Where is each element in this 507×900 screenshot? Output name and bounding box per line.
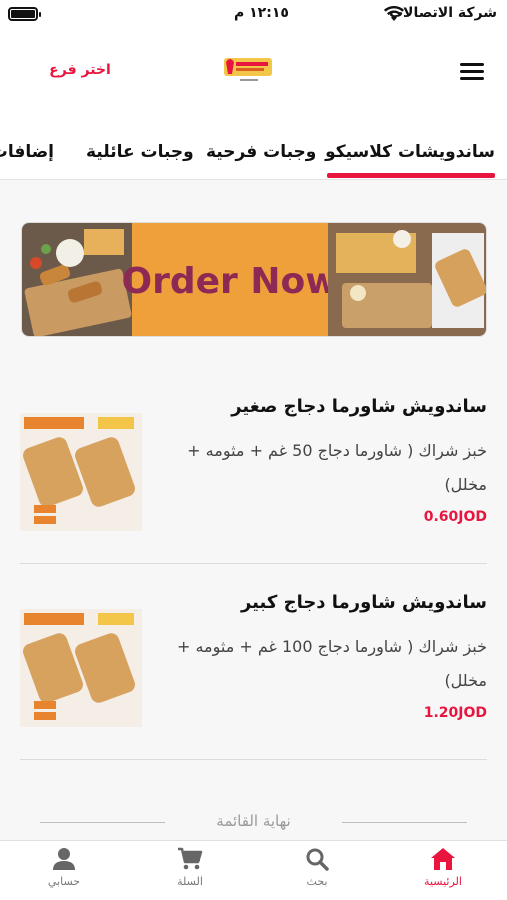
battery-icon xyxy=(8,7,41,21)
active-tab-indicator xyxy=(327,173,495,178)
tab-farhia-meals[interactable]: وجبات فرحية xyxy=(206,142,316,162)
nav-cart-label: السلة xyxy=(177,875,203,888)
hamburger-menu-icon[interactable] xyxy=(460,63,484,81)
home-icon xyxy=(431,848,455,870)
banner-image: Order Now xyxy=(22,223,486,336)
status-time: ١٢:١٥ م xyxy=(234,5,289,21)
nav-search[interactable]: بحث xyxy=(272,847,362,897)
nav-home-label: الرئيسية xyxy=(424,875,462,888)
nav-account-label: حسابي xyxy=(47,875,81,888)
item-description: خبز شراك ( شاورما دجاج 100 غم + مثومه + … xyxy=(176,637,487,690)
item-name: ساندويش شاورما دجاج كبير xyxy=(240,592,487,613)
promo-banner[interactable]: Order Now xyxy=(21,222,487,337)
bottom-navigation: الرئيسية بحث السلة حسابي xyxy=(0,840,507,900)
item-divider xyxy=(20,759,487,760)
nav-cart[interactable]: السلة xyxy=(145,847,235,897)
carrier-name: شركة الاتصالات xyxy=(388,5,497,21)
end-of-list-text: نهاية القائمة xyxy=(216,812,291,830)
status-bar: ١٢:١٥ م شركة الاتصالات xyxy=(0,0,507,30)
category-tabs: ساندويشات كلاسيكو وجبات فرحية وجبات عائل… xyxy=(0,118,507,180)
choose-branch-button[interactable]: اختر فرع xyxy=(40,62,120,86)
divider-line xyxy=(342,822,467,823)
user-icon xyxy=(53,848,75,870)
banner-text: Order Now xyxy=(122,261,339,302)
tab-extras[interactable]: إضافات xyxy=(0,142,54,162)
item-name: ساندويش شاورما دجاج صغير xyxy=(231,396,487,417)
tab-family-meals[interactable]: وجبات عائلية xyxy=(86,142,194,162)
search-icon xyxy=(306,848,329,871)
menu-item-large-chicken-shawarma[interactable]: ساندويش شاورما دجاج كبير خبز شراك ( شاور… xyxy=(0,592,507,787)
item-thumbnail xyxy=(20,609,142,727)
divider-line xyxy=(40,822,165,823)
menu-item-small-chicken-shawarma[interactable]: ساندويش شاورما دجاج صغير خبز شراك ( شاور… xyxy=(0,396,507,591)
nav-home[interactable]: الرئيسية xyxy=(398,847,488,897)
item-divider xyxy=(20,563,487,564)
cart-icon xyxy=(178,847,203,870)
item-description: خبز شراك ( شاورما دجاج 50 غم + مثومه + م… xyxy=(187,441,487,494)
item-thumbnail xyxy=(20,413,142,531)
app-header: اختر فرع xyxy=(0,30,507,118)
item-price: 0.60JOD xyxy=(423,509,487,525)
tab-classic-sandwiches[interactable]: ساندويشات كلاسيكو xyxy=(325,142,495,162)
end-of-list: نهاية القائمة xyxy=(40,812,467,834)
nav-account[interactable]: حسابي xyxy=(19,847,109,897)
nav-search-label: بحث xyxy=(306,875,328,888)
item-price: 1.20JOD xyxy=(423,705,487,721)
brand-logo xyxy=(224,58,272,81)
